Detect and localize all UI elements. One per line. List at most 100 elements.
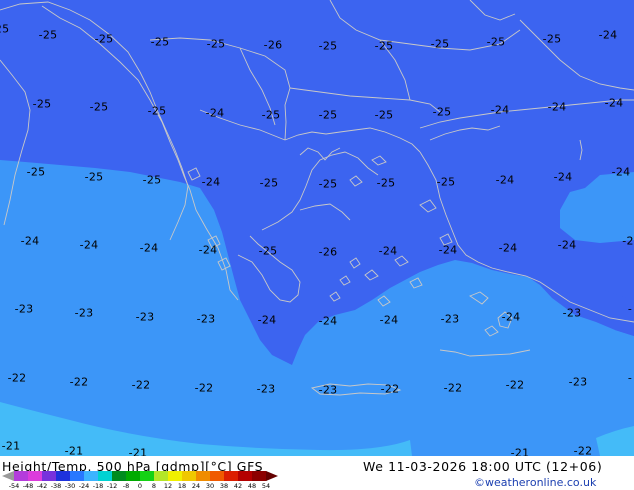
temperature-label: -23 — [196, 312, 216, 326]
colorbar-tick-label: -18 — [92, 482, 104, 490]
colorbar-tick-label: -12 — [106, 482, 118, 490]
temperature-label: -25 — [258, 244, 278, 258]
temperature-label: -25 — [261, 108, 281, 122]
colorbar-tick-label: -30 — [64, 482, 76, 490]
colorbar-segment — [196, 471, 211, 481]
colorbar-segment — [56, 471, 71, 481]
temperature-label: -23 — [14, 302, 34, 316]
colorbar-tick-label: -42 — [36, 482, 48, 490]
temperature-label: -24 — [257, 313, 277, 327]
temperature-label: -22 — [505, 378, 525, 392]
temperature-label: -25 — [486, 35, 506, 49]
temperature-label: -25 — [318, 108, 338, 122]
colorbar-tick-label: 30 — [205, 482, 215, 490]
site-credit-link[interactable]: ©weatheronline.co.uk — [474, 476, 596, 489]
temperature-label: -25 — [94, 32, 114, 46]
temperature-label: -25 — [430, 37, 450, 51]
temperature-map: -25 -25 -25 -25 -25 -26 -25 -25 -25 -25 -25 -24 -25 -… — [0, 0, 634, 456]
temperature-label: -21 — [128, 446, 148, 457]
temperature-label: -25 — [374, 108, 394, 122]
temperature-label: -22 — [443, 381, 463, 395]
temperature-label: -25 — [38, 28, 58, 42]
temperature-label: -25 — [374, 39, 394, 53]
temperature-label: - — [627, 371, 633, 385]
temperature-label: -25 — [432, 105, 452, 119]
colorbar-tick-label: -54 — [8, 482, 20, 490]
temperature-label: -25 — [376, 176, 396, 190]
temperature-label: -22 — [194, 381, 214, 395]
temperature-label: -25 — [142, 173, 162, 187]
temperature-label: -22 — [573, 444, 593, 457]
colorbar-tick-label: -8 — [122, 482, 130, 490]
temperature-label: -25 — [84, 170, 104, 184]
temperature-label: -24 — [205, 106, 225, 120]
colorbar-tick-label: 12 — [163, 482, 173, 490]
temperature-label: -21 — [510, 446, 530, 457]
colorbar-segment — [210, 471, 225, 481]
temperature-label: -23 — [568, 375, 588, 389]
temperature-label: -21 — [64, 444, 84, 457]
colorbar-segment — [252, 471, 267, 481]
colorbar-segment — [112, 471, 127, 481]
temperature-label: -25 — [318, 177, 338, 191]
colorbar-arrow-high — [266, 471, 278, 481]
colorbar-tick-label: 24 — [191, 482, 201, 490]
temperature-label: -22 — [7, 371, 27, 385]
temperature-label: -23 — [135, 310, 155, 324]
colorbar-segment — [238, 471, 253, 481]
temperature-label: -24 — [495, 173, 515, 187]
temperature-label: -22 — [380, 382, 400, 396]
temperature-label: -24 — [318, 314, 338, 328]
temperature-label: -25 — [206, 37, 226, 51]
temperature-label: -24 — [79, 238, 99, 252]
temperature-label: -24 — [379, 313, 399, 327]
colorbar-tick-label: -38 — [50, 482, 62, 490]
temperature-label: -24 — [547, 100, 567, 114]
colorbar-arrow-low — [2, 471, 14, 481]
temperature-label: -25 — [0, 22, 10, 36]
temperature-label: -24 — [501, 310, 521, 324]
temperature-label: -25 — [26, 165, 46, 179]
temperature-label: -24 — [139, 241, 159, 255]
colorbar-tick-label: 42 — [233, 482, 243, 490]
colorbar-segment — [14, 471, 29, 481]
temperature-label: -24 — [490, 103, 510, 117]
map-background — [0, 0, 634, 456]
temperature-label: -24 — [20, 234, 40, 248]
temperature-label: -24 — [438, 243, 458, 257]
colorbar-tick-label: 0 — [137, 482, 143, 490]
temperature-label: -21 — [1, 439, 21, 453]
colorbar-tick-label: 8 — [151, 482, 157, 490]
temperature-label: -24 — [553, 170, 573, 184]
temperature-label: -24 — [611, 165, 631, 179]
colorbar-tick-label: -48 — [22, 482, 34, 490]
colorbar-segment — [70, 471, 85, 481]
colorbar-segment — [84, 471, 99, 481]
temperature-label: -25 — [150, 35, 170, 49]
temperature-label: -25 — [542, 32, 562, 46]
temperature-label: -26 — [263, 38, 283, 52]
colorbar-tick-label: 48 — [247, 482, 257, 490]
temperature-label: -25 — [436, 175, 456, 189]
temperature-label: -23 — [440, 312, 460, 326]
colorbar-segment — [140, 471, 155, 481]
temperature-label: -22 — [69, 375, 89, 389]
colorbar-segment — [224, 471, 239, 481]
colorbar-segment — [154, 471, 169, 481]
colorbar-segment — [182, 471, 197, 481]
temperature-label: -24 — [378, 244, 398, 258]
temperature-label: -23 — [74, 306, 94, 320]
temperature-label: -26 — [318, 245, 338, 259]
temperature-label: -25 — [89, 100, 109, 114]
colorbar-tick-label: 54 — [261, 482, 271, 490]
temperature-label: -22 — [131, 378, 151, 392]
temperature-label: -24 — [557, 238, 577, 252]
temperature-label: -25 — [147, 104, 167, 118]
temperature-label: -25 — [318, 39, 338, 53]
temperature-label: -24 — [201, 175, 221, 189]
colorbar-tick-label: 18 — [177, 482, 187, 490]
colorbar-tick-label: 38 — [219, 482, 229, 490]
valid-datetime: We 11-03-2026 18:00 UTC (12+06) — [363, 459, 603, 474]
temperature-label: -24 — [498, 241, 518, 255]
colorbar-tick-label: -24 — [78, 482, 90, 490]
